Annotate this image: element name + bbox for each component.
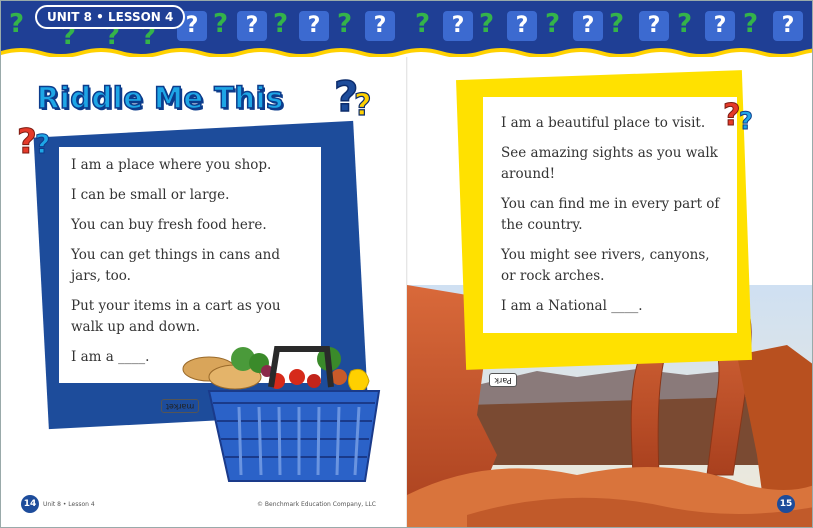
page-number-right: 15	[777, 495, 795, 513]
riddle-line: See amazing sights as you walk around!	[501, 145, 718, 182]
riddle-text-right: I am a beautiful place to visit. See ama…	[501, 113, 725, 326]
question-mark-icon: ?	[213, 9, 229, 39]
unit-lesson-badge: UNIT 8 • LESSON 4	[35, 5, 186, 29]
footer-copyright: © Benchmark Education Company, LLC	[257, 501, 377, 508]
question-mark-icon: ?	[415, 9, 431, 39]
banner-wave	[1, 48, 812, 57]
top-banner: ? ? ? ? ? ? ? ? ? ? ? ? ? ? ? ? ? ? ? ? …	[1, 1, 812, 57]
question-mark-icon: ?	[237, 11, 267, 41]
basket-image	[182, 346, 381, 482]
question-mark-icon: ?	[365, 11, 395, 41]
question-mark-icon: ? ?	[17, 122, 51, 160]
question-mark-icon: ? ?	[334, 71, 372, 121]
riddle-line: You might see rivers, canyons, or rock a…	[501, 247, 710, 284]
svg-text:?: ?	[739, 107, 753, 133]
riddle-line: You can buy fresh food here.	[71, 217, 267, 233]
question-mark-icon: ?	[639, 11, 669, 41]
riddle-line: You can find me in every part of the cou…	[501, 196, 720, 233]
question-mark-icon: ?	[573, 11, 603, 41]
riddle-line: I am a National ____.	[501, 298, 643, 314]
answer-tag-upside-down: Park	[489, 373, 517, 387]
riddle-line: I can be small or large.	[71, 187, 230, 203]
svg-text:?: ?	[354, 88, 371, 121]
svg-text:?: ?	[723, 98, 740, 133]
riddle-line: You can get things in cans and jars, too…	[71, 247, 280, 284]
question-mark-icon: ? ?	[723, 98, 753, 134]
question-mark-icon: ?	[337, 9, 353, 39]
question-mark-icon: ?	[273, 9, 289, 39]
page-title: Riddle Me This	[36, 80, 284, 116]
question-mark-icon: ?	[609, 9, 625, 39]
question-mark-icon: ?	[743, 9, 759, 39]
question-mark-icon: ?	[545, 9, 561, 39]
svg-text:?: ?	[17, 122, 37, 159]
riddle-line: I am a beautiful place to visit.	[501, 115, 706, 131]
riddle-line: Put your items in a cart as you walk up …	[71, 298, 281, 335]
question-mark-icon: ?	[677, 9, 693, 39]
question-mark-icon: ?	[9, 9, 25, 39]
svg-text:?: ?	[35, 130, 50, 159]
footer-unit-lesson: Unit 8 • Lesson 4	[43, 501, 95, 508]
question-mark-icon: ?	[507, 11, 537, 41]
question-mark-icon: ?	[705, 11, 735, 41]
question-mark-icon: ?	[299, 11, 329, 41]
question-mark-icon: ?	[443, 11, 473, 41]
riddle-line: I am a place where you shop.	[71, 157, 272, 173]
page-number-left: 14	[21, 495, 39, 513]
question-mark-icon: ?	[479, 9, 495, 39]
question-mark-icon: ?	[773, 11, 803, 41]
book-spread: ? ? ? ? ? ? ? ? ? ? ? ? ? ? ? ? ? ? ? ? …	[0, 0, 813, 528]
